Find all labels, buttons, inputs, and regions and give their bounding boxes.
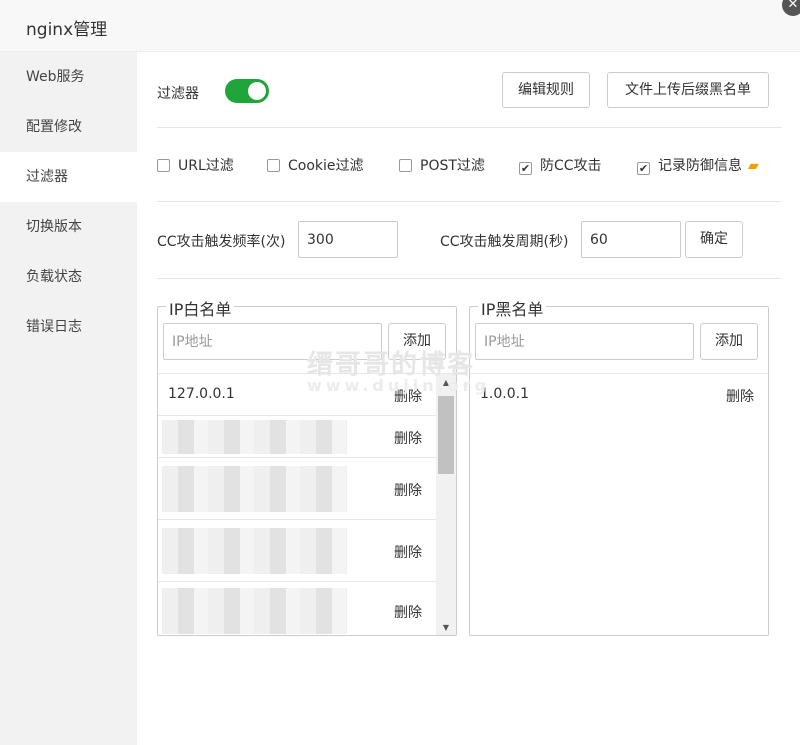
check-label: 记录防御信息 [658,158,742,174]
ip-address: 127.0.0.1 [168,386,235,402]
edit-rules-button[interactable]: 编辑规则 [502,72,590,108]
check-label: URL过滤 [178,158,234,174]
delete-link[interactable]: 删除 [394,542,422,562]
delete-link[interactable]: 删除 [394,428,422,448]
sidebar-item-config-edit[interactable]: 配置修改 [0,102,137,152]
blacklist-list: 1.0.0.1 删除 [470,373,768,635]
upload-suffix-blacklist-button[interactable]: 文件上传后缀黑名单 [607,72,769,108]
watermark-url: www.dujin.org [307,376,491,395]
cc-frequency-input[interactable] [298,221,398,258]
window-title: nginx管理 [26,20,108,40]
cc-frequency-label: CC攻击触发频率(次) [157,234,286,250]
blacklist-ip-input[interactable] [475,323,694,360]
filter-label: 过滤器 [157,86,199,102]
check-log-defense[interactable]: ✔ 记录防御信息 ▰ [637,154,759,178]
redacted-ip [162,528,347,574]
delete-link[interactable]: 删除 [394,602,422,622]
cc-period-input[interactable] [581,221,681,258]
redacted-ip [162,466,347,512]
sidebar-item-web-service[interactable]: Web服务 [0,52,137,102]
cc-period-label: CC攻击触发周期(秒) [440,234,569,250]
divider [157,201,782,202]
nginx-manager-window: nginx管理 ✕ Web服务 配置修改 过滤器 切换版本 负载状态 错误日志 … [0,0,800,745]
scroll-thumb[interactable] [438,396,454,474]
main-panel: 过滤器 编辑规则 文件上传后缀黑名单 URL过滤 Cookie过滤 POST过滤… [137,52,800,745]
folder-icon[interactable]: ▰ [748,154,759,178]
sidebar-item-switch-version[interactable]: 切换版本 [0,202,137,252]
delete-link[interactable]: 删除 [394,480,422,500]
check-cookie-filter[interactable]: Cookie过滤 [267,154,364,178]
check-post-filter[interactable]: POST过滤 [399,154,485,178]
check-label: POST过滤 [420,158,485,174]
delete-link[interactable]: 删除 [726,386,754,406]
sidebar-item-error-log[interactable]: 错误日志 [0,302,137,352]
toggle-knob [248,82,266,100]
list-item: 1.0.0.1 删除 [470,374,768,416]
list-item: 删除 [158,416,436,458]
checkbox-post[interactable] [399,159,412,172]
sidebar-item-filter[interactable]: 过滤器 [0,152,137,202]
blacklist-add-button[interactable]: 添加 [700,323,758,360]
filter-toggle[interactable] [225,79,269,103]
whitelist-list: 127.0.0.1 删除 删除 删除 删除 删除 ▲ ▼ [158,373,456,635]
checkbox-anti-cc[interactable]: ✔ [519,162,532,175]
ip-blacklist-panel: IP黑名单 添加 1.0.0.1 删除 [469,296,769,636]
check-label: 防CC攻击 [540,158,602,174]
check-anti-cc[interactable]: ✔ 防CC攻击 [519,154,602,178]
cc-settings-row: CC攻击触发频率(次) CC攻击触发周期(秒) 确定 [157,220,787,260]
confirm-button[interactable]: 确定 [685,221,743,258]
list-item: 删除 [158,582,436,635]
whitelist-scrollbar[interactable]: ▲ ▼ [436,374,456,635]
list-item: 删除 [158,520,436,582]
blacklist-legend: IP黑名单 [478,296,547,320]
filter-header-row: 过滤器 编辑规则 文件上传后缀黑名单 [157,72,777,114]
filter-options: URL过滤 Cookie过滤 POST过滤 ✔ 防CC攻击 ✔ 记录防御信息 ▰ [157,154,787,178]
redacted-ip [162,420,347,454]
check-url-filter[interactable]: URL过滤 [157,154,234,178]
redacted-ip [162,588,347,634]
check-label: Cookie过滤 [288,158,364,174]
sidebar: Web服务 配置修改 过滤器 切换版本 负载状态 错误日志 [0,52,137,745]
list-item: 删除 [158,458,436,520]
divider [157,127,782,128]
sidebar-item-load-status[interactable]: 负载状态 [0,252,137,302]
checkbox-cookie[interactable] [267,159,280,172]
checkbox-url[interactable] [157,159,170,172]
title-bar: nginx管理 [0,0,800,52]
scroll-down-icon[interactable]: ▼ [436,623,456,632]
divider [157,278,782,279]
checkbox-log-defense[interactable]: ✔ [637,162,650,175]
whitelist-legend: IP白名单 [166,296,235,320]
